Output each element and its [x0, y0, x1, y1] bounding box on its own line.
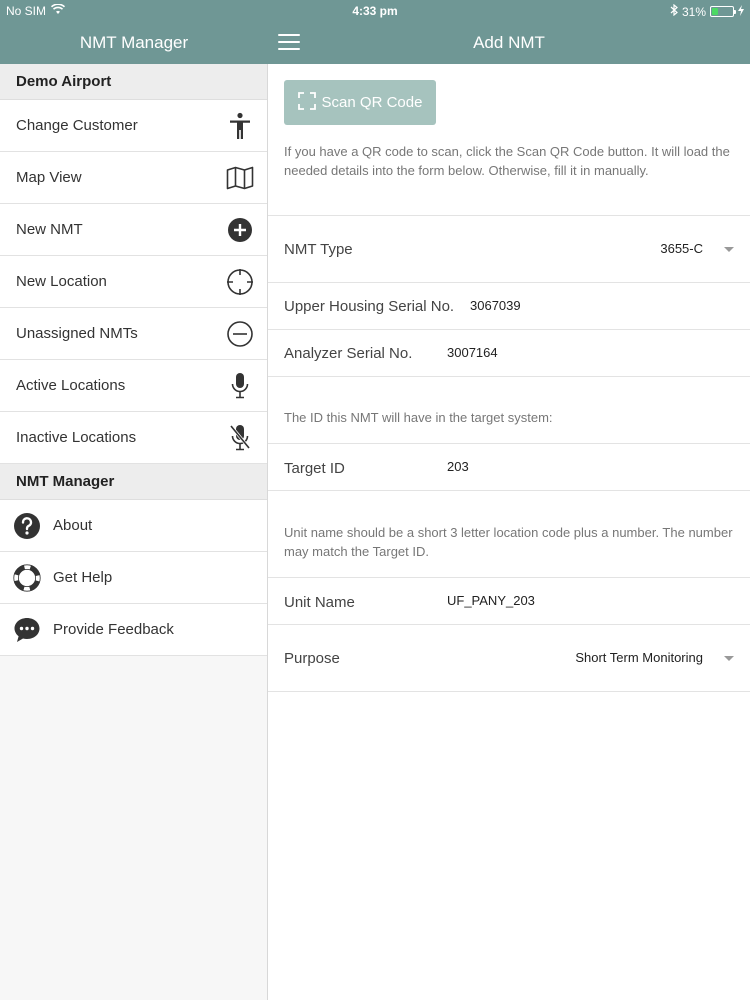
scan-qr-code-label: Scan QR Code [321, 94, 423, 111]
sidebar-item-label: Change Customer [16, 117, 138, 134]
question-icon [12, 511, 42, 541]
sidebar-header: NMT Manager [0, 22, 268, 64]
divider [268, 443, 750, 444]
bluetooth-icon [670, 3, 678, 19]
sidebar-section-nmt-manager: NMT Manager [0, 464, 267, 500]
main-header: Add NMT [268, 22, 750, 64]
scan-qr-code-button[interactable]: Scan QR Code [284, 80, 436, 125]
nmt-type-value: 3655-C [660, 241, 703, 256]
battery-level [712, 8, 719, 15]
divider [268, 329, 750, 330]
sidebar-item-map-view[interactable]: Map View [0, 152, 267, 204]
sidebar-item-unassigned-nmts[interactable]: Unassigned NMTs [0, 308, 267, 360]
map-icon [225, 163, 255, 193]
chat-icon [12, 615, 42, 645]
divider [268, 282, 750, 283]
sidebar-item-active-locations[interactable]: Active Locations [0, 360, 267, 412]
page-title: Add NMT [473, 33, 545, 52]
sidebar-item-label: Active Locations [16, 377, 126, 394]
microphone-icon [225, 371, 255, 401]
sidebar-item-label: New Location [16, 273, 107, 290]
sidebar-item-label: Unassigned NMTs [16, 325, 138, 342]
chevron-down-icon [724, 247, 734, 252]
lifebuoy-icon [12, 563, 42, 593]
battery-percent: 31% [681, 4, 706, 19]
sidebar-item-change-customer[interactable]: Change Customer [0, 100, 267, 152]
sidebar-item-label: About [53, 517, 93, 534]
charging-icon [738, 4, 744, 19]
unit-name-label: Unit Name [284, 594, 355, 611]
target-id-hint: The ID this NMT will have in the target … [284, 410, 553, 425]
sidebar-item-inactive-locations[interactable]: Inactive Locations [0, 412, 267, 464]
unit-name-hint: Unit name should be a short 3 letter loc… [284, 525, 733, 559]
sidebar-item-provide-feedback[interactable]: Provide Feedback [0, 604, 267, 656]
minus-circle-icon [225, 319, 255, 349]
chevron-down-icon [724, 656, 734, 661]
add-circle-icon [225, 215, 255, 245]
sidebar-item-label: Get Help [53, 569, 113, 586]
target-id-label: Target ID [284, 460, 345, 477]
sidebar-item-new-nmt[interactable]: New NMT [0, 204, 267, 256]
divider [268, 490, 750, 491]
scan-hint: If you have a QR code to scan, click the… [284, 144, 730, 178]
sidebar-item-label: New NMT [16, 221, 83, 238]
target-id-field[interactable]: 203 [447, 459, 469, 474]
divider [268, 577, 750, 578]
microphone-off-icon [225, 423, 255, 453]
sidebar-item-label: Provide Feedback [53, 621, 174, 638]
sidebar-item-about[interactable]: About [0, 500, 267, 552]
divider [268, 376, 750, 377]
nmt-type-label: NMT Type [284, 241, 353, 258]
nmt-type-select[interactable]: NMT Type 3655-C [268, 216, 750, 282]
add-nmt-form: Scan QR Code If you have a QR code to sc… [268, 64, 750, 1000]
status-right: 31% [670, 3, 744, 19]
sidebar-item-label: Map View [16, 169, 82, 186]
person-icon [225, 111, 255, 141]
crosshair-icon [225, 267, 255, 297]
battery-icon [710, 6, 736, 17]
purpose-label: Purpose [284, 650, 340, 667]
upper-housing-label: Upper Housing Serial No. [284, 298, 455, 315]
sidebar: Demo Airport Change Customer Map View Ne… [0, 64, 268, 1000]
sidebar-item-label: Inactive Locations [16, 429, 137, 446]
clock: 4:33 pm [352, 4, 398, 18]
status-bar: No SIM 4:33 pm 31% [0, 0, 750, 22]
sidebar-section-demo-airport: Demo Airport [0, 64, 267, 100]
sidebar-title: NMT Manager [79, 33, 189, 52]
unit-name-field[interactable]: UF_PANY_203 [447, 593, 535, 608]
analyzer-serial-field[interactable]: 3007164 [447, 345, 498, 360]
sidebar-item-get-help[interactable]: Get Help [0, 552, 267, 604]
analyzer-serial-label: Analyzer Serial No. [284, 345, 413, 362]
upper-housing-serial-field[interactable]: 3067039 [470, 298, 521, 313]
purpose-select[interactable]: Purpose Short Term Monitoring [268, 625, 750, 691]
divider [268, 691, 750, 692]
purpose-value: Short Term Monitoring [575, 650, 703, 665]
qr-scan-icon [297, 91, 316, 114]
sidebar-item-new-location[interactable]: New Location [0, 256, 267, 308]
